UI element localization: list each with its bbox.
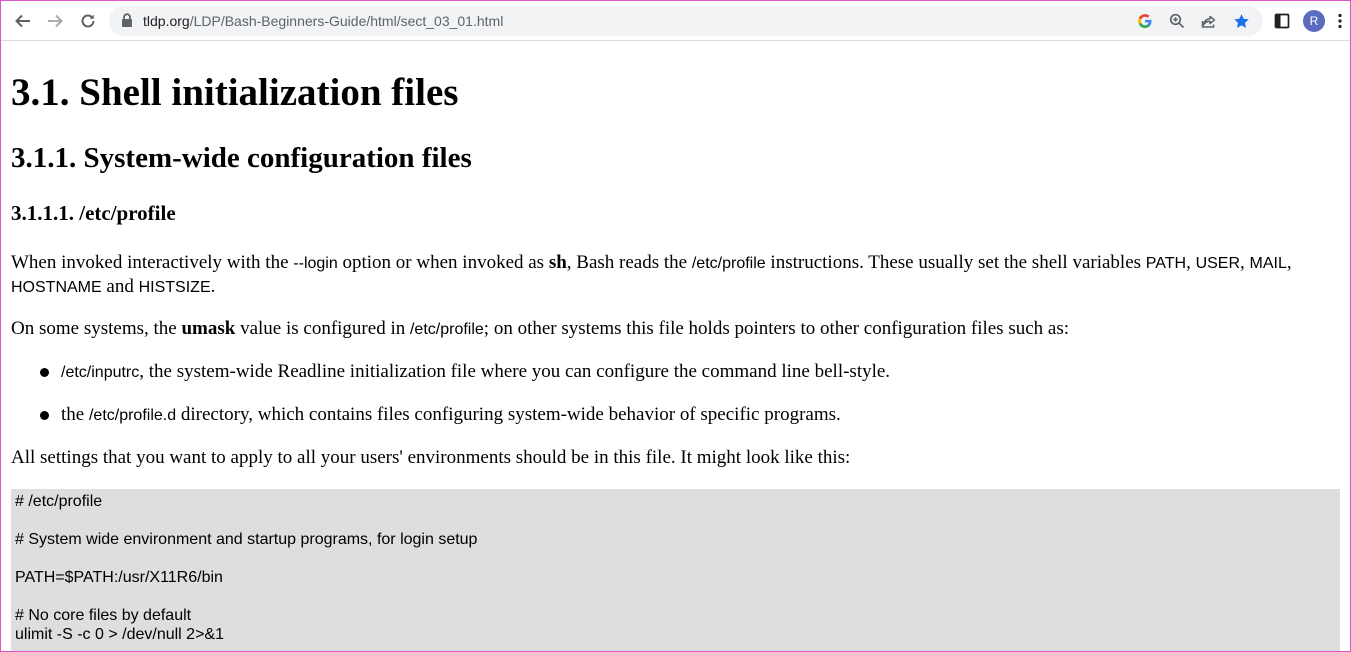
paragraph-umask: On some systems, the umask value is conf… (11, 317, 1331, 341)
code-line: PATH=$PATH:/usr/X11R6/bin (15, 569, 223, 586)
share-icon[interactable] (1199, 11, 1219, 31)
user-variable: USER (1195, 255, 1241, 272)
address-bar[interactable]: tldp.org/LDP/Bash-Beginners-Guide/html/s… (109, 6, 1263, 36)
forward-button[interactable] (41, 7, 69, 35)
lock-icon (122, 13, 132, 27)
histsize-variable: HISTSIZE (138, 279, 211, 296)
profile-avatar[interactable]: R (1303, 10, 1325, 32)
inputrc-file: /etc/inputrc (61, 364, 140, 381)
text: and (101, 276, 139, 297)
side-panel-button[interactable] (1268, 7, 1296, 35)
text: On some systems, the (11, 318, 182, 339)
text: ; on other systems this file holds point… (483, 318, 1070, 339)
text: option or when invoked as (337, 252, 549, 273)
login-option: --login (293, 255, 338, 272)
path-variable: PATH (1145, 255, 1187, 272)
reload-icon (81, 14, 95, 28)
text: , (1240, 252, 1250, 273)
umask-command: umask (181, 318, 236, 339)
browser-menu-button[interactable] (1332, 7, 1348, 35)
code-line: # System wide environment and startup pr… (15, 531, 478, 548)
profile-d-directory: /etc/profile.d (88, 407, 177, 424)
text: the (61, 404, 89, 425)
reload-button[interactable] (74, 7, 102, 35)
google-lens-icon[interactable] (1135, 11, 1155, 31)
browser-toolbar: tldp.org/LDP/Bash-Beginners-Guide/html/s… (1, 1, 1350, 41)
etc-profile-file: /etc/profile (691, 255, 766, 272)
arrow-right-icon (48, 14, 63, 28)
code-line: # No core files by default (15, 607, 192, 624)
list-item: the /etc/profile.d directory, which cont… (61, 403, 841, 427)
section-title: 3.1.1. System-wide configuration files (11, 142, 472, 174)
text: directory, which contains files configur… (176, 404, 841, 425)
back-button[interactable] (9, 7, 37, 35)
url-host: tldp.org (143, 13, 190, 29)
page-content: 3.1. Shell initialization files 3.1.1. S… (1, 42, 1350, 651)
text: , (1286, 252, 1292, 273)
text: value is configured in (235, 318, 410, 339)
subsection-title: 3.1.1.1. /etc/profile (11, 201, 176, 225)
bullet-icon (40, 368, 49, 377)
text: , the system-wide Readline initializatio… (139, 361, 891, 382)
url-text: tldp.org/LDP/Bash-Beginners-Guide/html/s… (143, 13, 503, 29)
text: , (1186, 252, 1196, 273)
text: instructions. These usually set the shel… (765, 252, 1146, 273)
page-title: 3.1. Shell initialization files (11, 71, 459, 114)
code-line: # /etc/profile (15, 493, 103, 510)
bullet-icon (40, 411, 49, 420)
text: , Bash reads the (566, 252, 692, 273)
code-line: ulimit -S -c 0 > /dev/null 2>&1 (15, 626, 224, 643)
paragraph-intro: When invoked interactively with the --lo… (11, 251, 1331, 299)
list-item: /etc/inputrc, the system-wide Readline i… (61, 360, 890, 384)
text: . (210, 276, 216, 297)
sh-command: sh (548, 252, 567, 273)
code-block: # /etc/profile # System wide environment… (11, 489, 1340, 651)
zoom-icon[interactable] (1167, 11, 1187, 31)
arrow-left-icon (15, 14, 30, 28)
mail-variable: MAIL (1249, 255, 1287, 272)
hostname-variable: HOSTNAME (11, 279, 102, 296)
more-vertical-icon (1338, 13, 1342, 29)
paragraph-settings: All settings that you want to apply to a… (11, 447, 851, 468)
text: When invoked interactively with the (11, 252, 294, 273)
side-panel-icon (1274, 13, 1290, 29)
url-path: /LDP/Bash-Beginners-Guide/html/sect_03_0… (189, 13, 504, 29)
bookmark-star-icon[interactable] (1231, 11, 1251, 31)
etc-profile-file: /etc/profile (409, 321, 484, 338)
